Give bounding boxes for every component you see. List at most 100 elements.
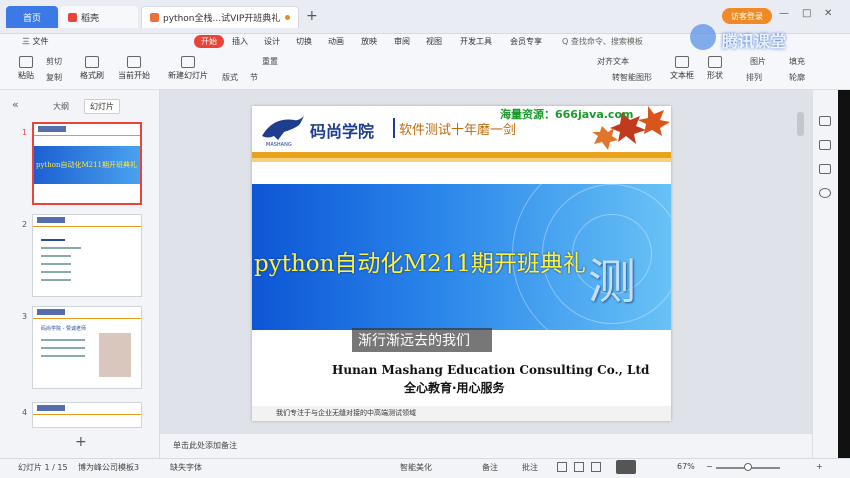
- tab-slides[interactable]: 幻灯片: [84, 99, 120, 114]
- slide-title: python自动化M211期开班典礼: [254, 251, 586, 277]
- logo-divider: [393, 118, 395, 138]
- menu-animation[interactable]: 动画: [328, 36, 344, 47]
- new-slide-label: 新建幻灯片: [168, 71, 208, 80]
- arrange-button[interactable]: 排列: [746, 72, 762, 83]
- thumb-line: [41, 263, 71, 265]
- tab-daoke[interactable]: 稻壳: [60, 6, 138, 28]
- slide-subtitle: 渐行渐远去的我们: [358, 333, 470, 349]
- section-button[interactable]: 节: [250, 72, 258, 83]
- style-icon[interactable]: [819, 140, 831, 150]
- command-search[interactable]: Q 查找命令、搜索模板: [562, 36, 643, 47]
- current-slide[interactable]: MASHANG 码尚学院 软件测试十年磨一剑 海量资源：666java.com …: [252, 106, 671, 421]
- zoom-out-button[interactable]: −: [706, 462, 713, 471]
- shape-label: 形状: [707, 71, 723, 80]
- thumb-line: [41, 347, 85, 349]
- reset-button[interactable]: 重置: [262, 56, 278, 67]
- menu-devtools[interactable]: 开发工具: [460, 36, 492, 47]
- slide-sorter-icon[interactable]: [574, 462, 584, 472]
- play-slideshow-button[interactable]: [616, 460, 636, 474]
- textbox-button[interactable]: 文本框: [670, 56, 694, 81]
- thumb-header: [33, 307, 141, 319]
- play-from-current-button[interactable]: 当前开始: [118, 56, 150, 81]
- convert-smartart-button[interactable]: 转智能图形: [612, 72, 652, 83]
- reading-view-icon[interactable]: [591, 462, 601, 472]
- menu-insert[interactable]: 插入: [232, 36, 248, 47]
- thumb-header: [33, 403, 141, 415]
- animation-icon[interactable]: [819, 164, 831, 174]
- menu-review[interactable]: 审阅: [394, 36, 410, 47]
- menu-switch[interactable]: 切换: [296, 36, 312, 47]
- slide-thumbnail-4[interactable]: [32, 402, 142, 428]
- fill-button[interactable]: 填充: [789, 56, 805, 67]
- thumb-header: [33, 215, 141, 227]
- horse-logo-icon: [262, 116, 304, 140]
- missing-font-button[interactable]: 缺失字体: [170, 462, 202, 473]
- notes-bar: [160, 433, 812, 458]
- notes-toggle-button[interactable]: 备注: [482, 462, 498, 473]
- properties-icon[interactable]: [819, 116, 831, 126]
- paste-button[interactable]: 粘贴: [18, 56, 34, 81]
- menu-view[interactable]: 视图: [426, 36, 442, 47]
- cut-button[interactable]: 剪切: [46, 56, 62, 67]
- close-button[interactable]: ✕: [824, 8, 832, 19]
- comments-toggle-button[interactable]: 批注: [522, 462, 538, 473]
- test-glyph-decoration: 测: [588, 254, 637, 310]
- logo-icon: [38, 126, 66, 132]
- play-icon: [127, 56, 141, 68]
- paste-icon: [19, 56, 33, 68]
- thumb-line: [41, 271, 71, 273]
- tab-home[interactable]: 首页: [6, 6, 58, 28]
- new-tab-button[interactable]: +: [306, 8, 318, 24]
- new-slide-button[interactable]: 新建幻灯片: [168, 56, 208, 81]
- ribbon-toolbar: 粘贴 剪切 复制 格式刷 当前开始 新建幻灯片 版式 节 重置 对齐文本 转智能…: [0, 52, 850, 90]
- picture-button[interactable]: 图片: [750, 56, 766, 67]
- slide-number: 2: [22, 220, 28, 229]
- notes-input[interactable]: 单击此处添加备注: [173, 440, 237, 451]
- layout-button[interactable]: 版式: [222, 72, 238, 83]
- help-icon[interactable]: [819, 188, 831, 198]
- menu-file[interactable]: 三 文件: [22, 36, 49, 47]
- tab-document[interactable]: python全栈...试VIP开班典礼: [141, 6, 299, 28]
- zoom-level[interactable]: 67%: [677, 462, 695, 471]
- collapse-panel-icon[interactable]: «: [12, 98, 19, 111]
- format-painter-button[interactable]: 格式刷: [80, 56, 104, 81]
- menu-member[interactable]: 会员专享: [510, 36, 542, 47]
- slogan-text: 软件测试十年磨一剑: [399, 123, 517, 138]
- zoom-slider-handle[interactable]: [744, 463, 752, 471]
- vertical-scrollbar[interactable]: [797, 112, 804, 136]
- thumb-title: python自动化M211期开班典礼: [36, 161, 138, 169]
- textbox-icon: [675, 56, 689, 68]
- company-motto: 全心教育·用心服务: [404, 381, 505, 395]
- play-from-current-label: 当前开始: [118, 71, 150, 80]
- zoom-in-button[interactable]: +: [816, 462, 823, 471]
- add-slide-button[interactable]: +: [75, 434, 87, 450]
- logo-icon: [37, 309, 65, 315]
- template-name: 博为峰公司模板3: [78, 463, 140, 472]
- thumb-line: [41, 247, 81, 249]
- menu-slideshow[interactable]: 放映: [361, 36, 377, 47]
- unsaved-dot-icon: [285, 15, 290, 20]
- menu-start[interactable]: 开始: [194, 35, 224, 48]
- ppt-icon: [150, 13, 159, 22]
- maximize-button[interactable]: □: [802, 8, 811, 19]
- format-painter-label: 格式刷: [80, 71, 104, 80]
- login-button[interactable]: 访客登录: [722, 8, 772, 24]
- logo-text: 码尚学院: [310, 122, 375, 141]
- menu-design[interactable]: 设计: [264, 36, 280, 47]
- align-text-button[interactable]: 对齐文本: [597, 56, 629, 67]
- paste-label: 粘贴: [18, 71, 34, 80]
- normal-view-icon[interactable]: [557, 462, 567, 472]
- thumb-line: [41, 279, 71, 281]
- resource-watermark-text: 海量资源：666java.com: [500, 108, 634, 121]
- tab-outline[interactable]: 大纲: [53, 101, 69, 112]
- slide-thumbnail-3[interactable]: 码尚学院 - 赞诚老师: [32, 306, 142, 389]
- smart-beautify-button[interactable]: 智能美化: [400, 462, 432, 473]
- tab-document-label: python全栈...试VIP开班典礼: [163, 14, 281, 24]
- slide-thumbnail-1[interactable]: python自动化M211期开班典礼: [32, 122, 142, 205]
- outline-button[interactable]: 轮廓: [789, 72, 805, 83]
- copy-button[interactable]: 复制: [46, 72, 62, 83]
- slide-number: 4: [22, 408, 28, 417]
- minimize-button[interactable]: —: [779, 8, 789, 19]
- slide-thumbnail-2[interactable]: [32, 214, 142, 297]
- shape-button[interactable]: 形状: [707, 56, 723, 81]
